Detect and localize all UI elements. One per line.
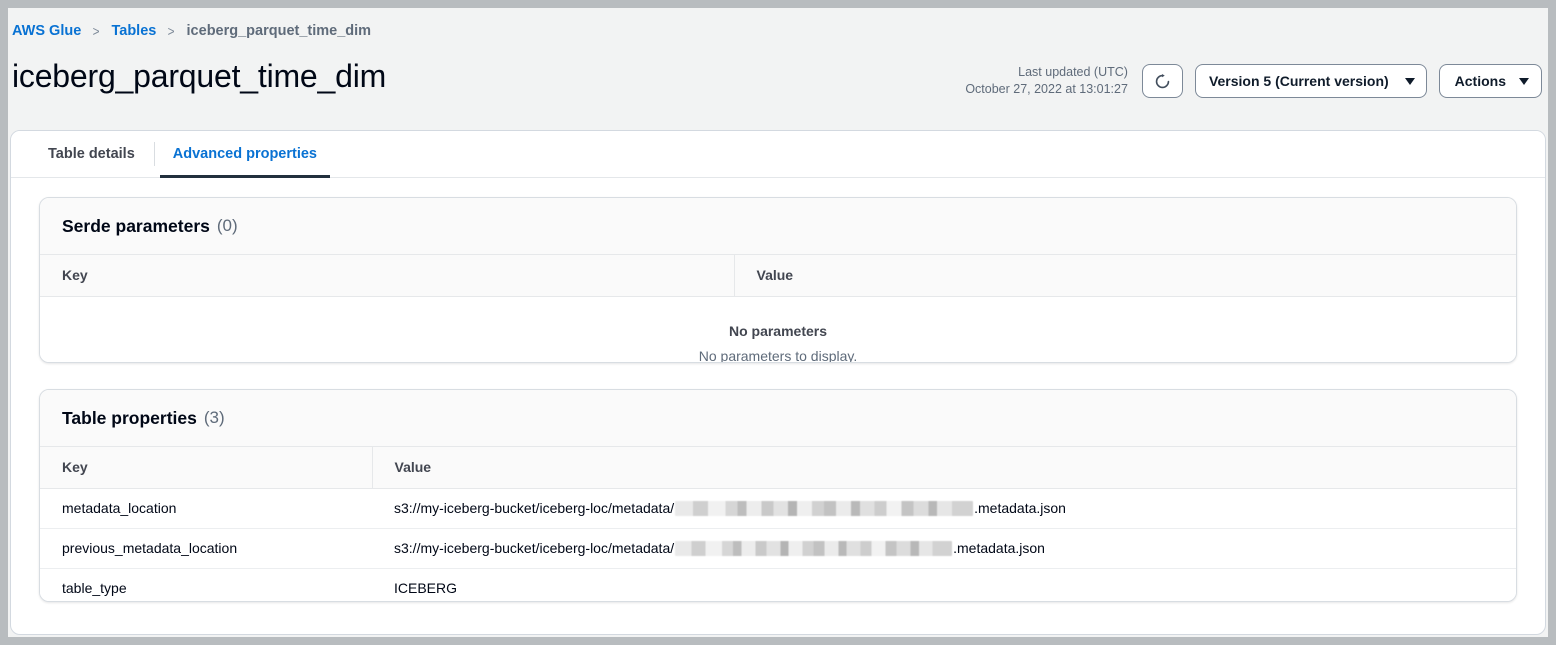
breadcrumb-separator-icon: >: [167, 23, 175, 39]
tab-label: Advanced properties: [172, 146, 318, 162]
column-header-key: Key: [40, 447, 372, 489]
serde-panel-counter: (0): [216, 216, 238, 235]
serde-panel-title: Serde parameters: [62, 215, 210, 236]
actions-button[interactable]: Actions: [1438, 64, 1542, 98]
property-value: s3://my-iceberg-bucket/iceberg-loc/metad…: [372, 528, 1516, 569]
tab-content: Serde parameters (0) Key Value No parame…: [11, 178, 1545, 634]
page-title: iceberg_parquet_time_dim: [12, 58, 387, 94]
column-header-value: Value: [733, 255, 1516, 297]
tab-label: Table details: [48, 146, 135, 162]
last-updated-info: Last updated (UTC) October 27, 2022 at 1…: [965, 64, 1128, 98]
refresh-button[interactable]: [1141, 64, 1183, 98]
tab-panel: Table details Advanced properties Serde …: [10, 130, 1546, 635]
page-root: AWS Glue > Tables > iceberg_parquet_time…: [8, 8, 1548, 637]
breadcrumb: AWS Glue > Tables > iceberg_parquet_time…: [12, 20, 371, 42]
column-header-value: Value: [371, 447, 1516, 489]
property-key: metadata_location: [40, 488, 372, 529]
property-key: previous_metadata_location: [40, 528, 372, 569]
serde-parameters-table: Key Value No parameters No parameters to…: [40, 255, 1516, 363]
table-properties-panel-counter: (3): [203, 408, 225, 427]
table-header-row: Key Value: [40, 255, 1516, 297]
breadcrumb-separator-icon: >: [92, 23, 100, 39]
breadcrumb-item-current: iceberg_parquet_time_dim: [186, 23, 372, 39]
table-properties-table: Key Value metadata_location s3://my-iceb…: [40, 447, 1516, 602]
empty-state: No parameters No parameters to display.: [40, 297, 1516, 363]
table-properties-panel-title: Table properties: [62, 407, 197, 428]
empty-state-title: No parameters: [728, 323, 828, 339]
serde-parameters-panel: Serde parameters (0) Key Value No parame…: [39, 197, 1517, 363]
tab-advanced-properties[interactable]: Advanced properties: [153, 131, 336, 178]
last-updated-label: Last updated (UTC): [1018, 65, 1128, 79]
table-row: previous_metadata_location s3://my-icebe…: [40, 528, 1516, 569]
table-header-row: Key Value: [40, 447, 1516, 489]
breadcrumb-item-tables[interactable]: Tables: [111, 23, 156, 39]
header-actions: Last updated (UTC) October 27, 2022 at 1…: [965, 60, 1542, 102]
refresh-icon: [1155, 73, 1170, 88]
tab-table-details[interactable]: Table details: [29, 131, 154, 177]
tab-bar: Table details Advanced properties: [11, 131, 1545, 178]
chevron-down-icon: [1404, 77, 1415, 85]
version-select-dropdown[interactable]: Version 5 (Current version): [1194, 64, 1427, 98]
property-value-suffix: .metadata.json: [974, 500, 1066, 516]
property-key: table_type: [62, 580, 127, 596]
empty-state-row: No parameters No parameters to display.: [40, 297, 1516, 363]
property-value-prefix: s3://my-iceberg-bucket/iceberg-loc/metad…: [394, 500, 675, 516]
table-row: metadata_location s3://my-iceberg-bucket…: [40, 488, 1516, 529]
page-header: iceberg_parquet_time_dim Last updated (U…: [8, 54, 1548, 116]
actions-button-label: Actions: [1454, 73, 1506, 89]
column-header-key: Key: [40, 255, 734, 297]
breadcrumb-item-aws-glue[interactable]: AWS Glue: [12, 23, 81, 39]
redacted-value: [675, 500, 974, 516]
last-updated-timestamp: October 27, 2022 at 13:01:27: [965, 82, 1128, 96]
property-value: ICEBERG: [394, 580, 458, 596]
serde-panel-header: Serde parameters (0): [40, 198, 1516, 255]
empty-state-subtitle: No parameters to display.: [698, 348, 858, 363]
property-value-prefix: s3://my-iceberg-bucket/iceberg-loc/metad…: [394, 540, 675, 556]
table-properties-panel: Table properties (3) Key Value metadata_…: [39, 389, 1517, 602]
table-properties-panel-header: Table properties (3): [40, 390, 1516, 447]
table-row: table_type ICEBERG: [40, 569, 1516, 602]
version-select-value: Version 5 (Current version): [1208, 73, 1389, 89]
property-value-suffix: .metadata.json: [953, 540, 1045, 556]
property-value: s3://my-iceberg-bucket/iceberg-loc/metad…: [372, 488, 1516, 529]
redacted-value: [675, 540, 953, 556]
chevron-down-icon: [1519, 77, 1529, 85]
screen-frame: AWS Glue > Tables > iceberg_parquet_time…: [0, 0, 1556, 645]
